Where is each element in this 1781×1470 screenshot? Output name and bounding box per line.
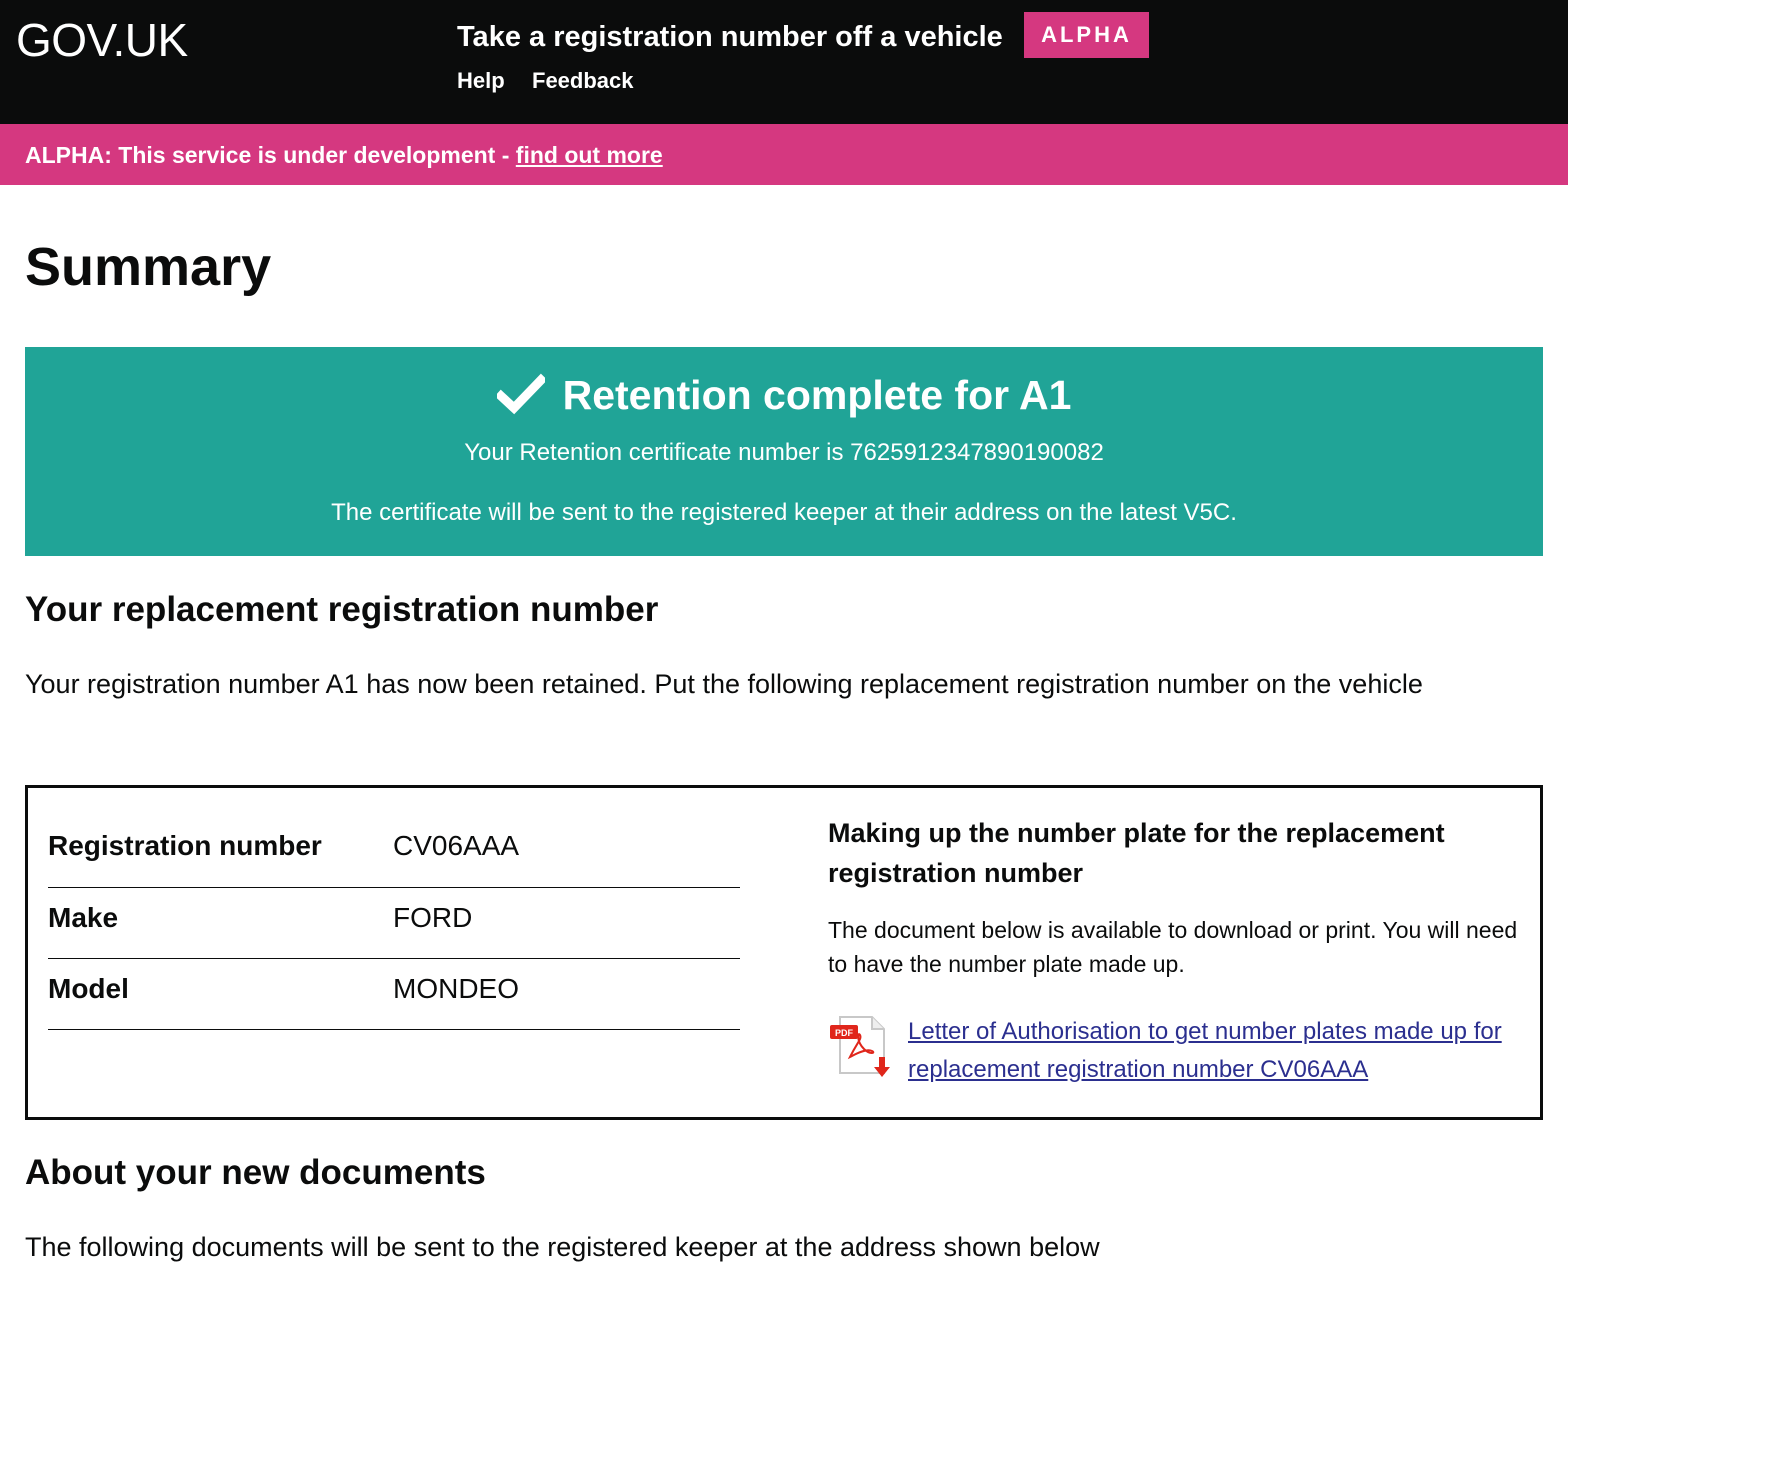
summary-label: Model: [48, 973, 129, 1004]
checkmark-icon: [496, 373, 545, 415]
phase-banner: ALPHA: This service is under development…: [0, 124, 1568, 185]
pdf-badge-text: PDF: [835, 1028, 854, 1038]
number-plate-section: Making up the number plate for the repla…: [828, 813, 1518, 1083]
certificate-info-text: The certificate will be sent to the regi…: [331, 499, 1237, 526]
phase-banner-text: ALPHA: This service is under development…: [25, 140, 663, 170]
panel-heading-text: Retention complete for A1: [562, 372, 1072, 418]
replacement-heading: Your replacement registration number: [25, 590, 659, 629]
certificate-number-text: Your Retention certificate number is 762…: [464, 439, 1104, 466]
summary-row-make: Make FORD: [48, 898, 740, 959]
summary-value: FORD: [393, 902, 473, 933]
summary-row-model: Model MONDEO: [48, 969, 740, 1030]
summary-row-registration: Registration number CV06AAA: [48, 826, 740, 888]
panel-heading: Retention complete for A1: [25, 367, 1543, 423]
summary-label: Make: [48, 902, 119, 933]
nav-feedback-link[interactable]: Feedback: [532, 66, 634, 96]
about-documents-heading: About your new documents: [25, 1153, 486, 1192]
nav-help-link[interactable]: Help: [457, 66, 505, 96]
pdf-download-icon[interactable]: PDF: [828, 1015, 894, 1081]
govuk-logo[interactable]: GOV.UK: [16, 12, 188, 68]
number-plate-heading: Making up the number plate for the repla…: [828, 818, 1445, 888]
summary-label: Registration number: [48, 830, 322, 861]
replacement-intro: Your registration number A1 has now been…: [25, 669, 1423, 699]
page-title: Summary: [25, 237, 272, 297]
number-plate-description: The document below is available to downl…: [828, 917, 1518, 977]
service-name[interactable]: Take a registration number off a vehicle: [457, 18, 1003, 56]
summary-value: CV06AAA: [393, 830, 520, 861]
summary-value: MONDEO: [393, 973, 519, 1004]
phase-tag: ALPHA: [1024, 12, 1149, 58]
site-header: GOV.UK Take a registration number off a …: [0, 0, 1568, 124]
registration-summary-box: Registration number CV06AAA Make FORD Mo…: [25, 785, 1543, 1120]
confirmation-panel: Retention complete for A1 Your Retention…: [25, 347, 1543, 556]
download-item: PDF Letter of Authorisation to get numbe…: [828, 1013, 1518, 1103]
letter-of-authorisation-link[interactable]: Letter of Authorisation to get number pl…: [908, 1013, 1518, 1089]
phase-banner-message: ALPHA: This service is under development…: [25, 142, 516, 168]
about-documents-text: The following documents will be sent to …: [25, 1232, 1100, 1262]
find-out-more-link[interactable]: find out more: [516, 142, 663, 168]
